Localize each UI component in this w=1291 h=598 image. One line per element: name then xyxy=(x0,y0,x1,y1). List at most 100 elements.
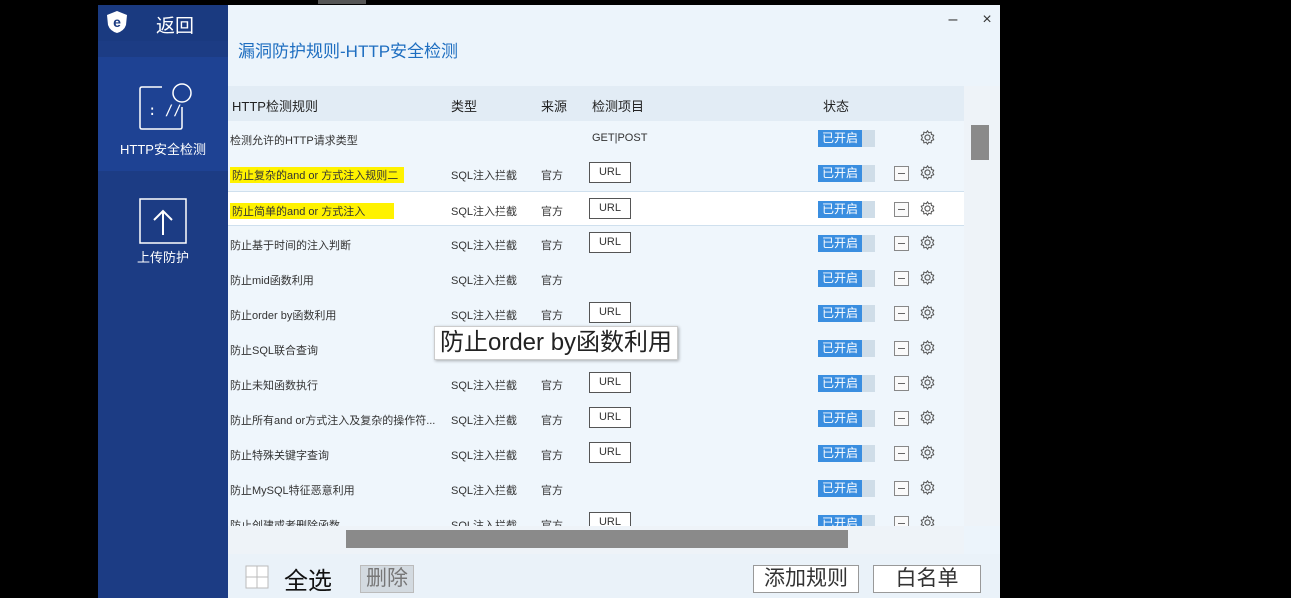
table-row[interactable]: 防止简单的and or 方式注入 SQL注入拦截 官方 URL 已开启 xyxy=(228,191,964,226)
status-label: 已开启 xyxy=(818,165,862,182)
rule-name: 防止SQL联合查询 xyxy=(230,345,319,357)
upload-icon xyxy=(139,198,187,244)
delete-button[interactable]: 删除 xyxy=(360,565,414,593)
status-toggle[interactable]: 已开启 xyxy=(818,410,875,427)
table-row[interactable]: 防止所有and or方式注入及复杂的操作符... SQL注入拦截 官方 URL 已开启 xyxy=(228,401,964,436)
table-row[interactable]: 防止创建或者删除函数 SQL注入拦截 官方 URL 已开启 xyxy=(228,506,964,526)
table-row[interactable]: 防止MySQL特征恶意利用 SQL注入拦截 官方 已开启 xyxy=(228,471,964,506)
add-rule-button[interactable]: 添加规则 xyxy=(753,565,859,593)
url-item-button[interactable]: URL xyxy=(589,372,631,393)
status-toggle[interactable]: 已开启 xyxy=(818,480,875,497)
whitelist-button[interactable]: 白名单 xyxy=(873,565,981,593)
gear-icon[interactable] xyxy=(919,200,936,217)
rule-source: 官方 xyxy=(541,485,563,497)
table-header: HTTP检测规则 类型 来源 检测项目 状态 xyxy=(228,86,964,121)
svg-text:e: e xyxy=(113,14,121,30)
status-label: 已开启 xyxy=(818,515,862,526)
gear-icon[interactable] xyxy=(919,164,936,181)
gear-icon[interactable] xyxy=(919,409,936,426)
remove-rule-button[interactable] xyxy=(894,376,909,391)
rule-type: SQL注入拦截 xyxy=(451,450,518,462)
gear-icon[interactable] xyxy=(919,304,936,321)
remove-rule-button[interactable] xyxy=(894,236,909,251)
gear-icon[interactable] xyxy=(919,479,936,496)
status-toggle[interactable]: 已开启 xyxy=(818,130,875,147)
url-item-button[interactable]: URL xyxy=(589,302,631,323)
rule-source: 官方 xyxy=(541,240,563,252)
vertical-scrollbar[interactable] xyxy=(964,86,1000,526)
status-toggle[interactable]: 已开启 xyxy=(818,235,875,252)
rule-name: 防止基于时间的注入判断 xyxy=(230,240,351,252)
table-row[interactable]: 防止特殊关键字查询 SQL注入拦截 官方 URL 已开启 xyxy=(228,436,964,471)
gear-icon[interactable] xyxy=(919,374,936,391)
header-status[interactable]: 状态 xyxy=(823,96,849,115)
gear-icon[interactable] xyxy=(919,339,936,356)
remove-rule-button[interactable] xyxy=(894,481,909,496)
sidebar: e 返回 : // HTTP安全检测 上传防护 xyxy=(98,5,228,598)
status-label: 已开启 xyxy=(818,270,862,287)
rule-name: 防止mid函数利用 xyxy=(230,275,314,287)
status-label: 已开启 xyxy=(818,340,862,357)
back-button[interactable]: 返回 xyxy=(156,11,194,38)
select-all-label[interactable]: 全选 xyxy=(284,561,332,596)
url-item-button[interactable]: URL xyxy=(589,198,631,219)
rule-type: SQL注入拦截 xyxy=(451,485,518,497)
status-toggle[interactable]: 已开启 xyxy=(818,445,875,462)
vertical-scroll-thumb[interactable] xyxy=(971,125,989,160)
remove-rule-button[interactable] xyxy=(894,516,909,526)
minimize-button[interactable]: – xyxy=(944,11,962,29)
header-rule[interactable]: HTTP检测规则 xyxy=(232,96,318,115)
status-toggle[interactable]: 已开启 xyxy=(818,375,875,392)
remove-rule-button[interactable] xyxy=(894,166,909,181)
header-source[interactable]: 来源 xyxy=(541,96,567,115)
close-button[interactable]: × xyxy=(978,11,996,29)
sidebar-header[interactable]: e 返回 xyxy=(98,5,228,41)
footer-toolbar: 全选 删除 添加规则 白名单 xyxy=(228,554,1000,598)
url-item-button[interactable]: URL xyxy=(589,232,631,253)
select-all-checkbox[interactable] xyxy=(245,565,269,589)
status-toggle[interactable]: 已开启 xyxy=(818,305,875,322)
gear-icon[interactable] xyxy=(919,444,936,461)
remove-rule-button[interactable] xyxy=(894,341,909,356)
rule-source: 官方 xyxy=(541,415,563,427)
table-row[interactable]: 防止基于时间的注入判断 SQL注入拦截 官方 URL 已开启 xyxy=(228,226,964,261)
url-item-button[interactable]: URL xyxy=(589,442,631,463)
gear-icon[interactable] xyxy=(919,234,936,251)
rule-source: 官方 xyxy=(541,275,563,287)
header-item[interactable]: 检测项目 xyxy=(592,96,644,115)
rule-type: SQL注入拦截 xyxy=(451,170,518,182)
horizontal-scroll-thumb[interactable] xyxy=(346,530,848,548)
status-label: 已开启 xyxy=(818,201,862,218)
table-row[interactable]: 防止未知函数执行 SQL注入拦截 官方 URL 已开启 xyxy=(228,366,964,401)
rule-type: SQL注入拦截 xyxy=(451,415,518,427)
remove-rule-button[interactable] xyxy=(894,306,909,321)
table-row[interactable]: 检测允许的HTTP请求类型 GET|POST 已开启 xyxy=(228,121,964,156)
status-toggle[interactable]: 已开启 xyxy=(818,270,875,287)
gear-icon[interactable] xyxy=(919,514,936,526)
rule-name: 防止创建或者删除函数 xyxy=(230,520,340,526)
status-toggle[interactable]: 已开启 xyxy=(818,165,875,182)
url-item-button[interactable]: URL xyxy=(589,407,631,428)
rule-name: 防止特殊关键字查询 xyxy=(230,450,329,462)
rule-type: SQL注入拦截 xyxy=(451,380,518,392)
status-toggle[interactable]: 已开启 xyxy=(818,201,875,218)
remove-rule-button[interactable] xyxy=(894,446,909,461)
app-logo-icon: e xyxy=(107,11,127,33)
sidebar-item-upload[interactable]: 上传防护 xyxy=(98,187,228,277)
header-type[interactable]: 类型 xyxy=(451,96,477,115)
table-row[interactable]: 防止mid函数利用 SQL注入拦截 官方 已开启 xyxy=(228,261,964,296)
sidebar-item-http-detect[interactable]: : // HTTP安全检测 xyxy=(98,57,228,171)
horizontal-scrollbar[interactable] xyxy=(228,526,964,554)
status-toggle[interactable]: 已开启 xyxy=(818,340,875,357)
status-toggle[interactable]: 已开启 xyxy=(818,515,875,526)
status-label: 已开启 xyxy=(818,480,862,497)
table-row[interactable]: 防止复杂的and or 方式注入规则二 SQL注入拦截 官方 URL 已开启 xyxy=(228,156,964,191)
gear-icon[interactable] xyxy=(919,129,936,146)
rule-name: 检测允许的HTTP请求类型 xyxy=(230,135,358,147)
url-item-button[interactable]: URL xyxy=(589,162,631,183)
url-item-button[interactable]: URL xyxy=(589,512,631,526)
remove-rule-button[interactable] xyxy=(894,411,909,426)
remove-rule-button[interactable] xyxy=(894,202,909,217)
gear-icon[interactable] xyxy=(919,269,936,286)
remove-rule-button[interactable] xyxy=(894,271,909,286)
